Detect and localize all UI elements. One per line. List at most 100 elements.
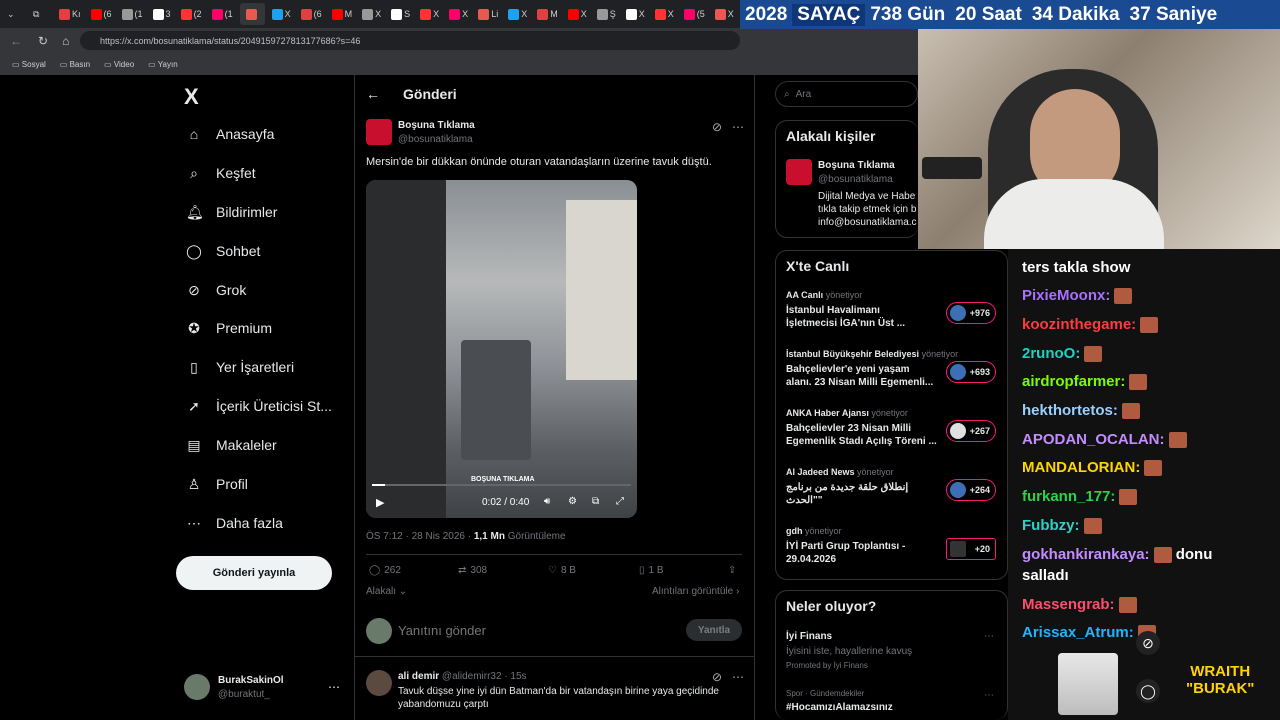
nav-creator-studio[interactable]: ➚ İçerik Üreticisi St... — [186, 398, 332, 414]
live-item[interactable]: Al Jadeed News yönetiyor إنطلاق حلقة جدي… — [786, 467, 996, 507]
browser-tab[interactable]: X — [712, 3, 737, 25]
back-icon[interactable]: ← — [10, 34, 22, 48]
post-handle[interactable]: @bosunatiklama — [398, 134, 473, 145]
more-options-icon[interactable]: ⋯ — [984, 631, 994, 642]
bookmark-folder-sosyal[interactable]: ▭ Sosyal — [12, 60, 46, 69]
share-icon[interactable]: ⇪ — [728, 565, 736, 576]
bookmark-stat[interactable]: ▯ 1 B — [639, 565, 664, 576]
related-avatar[interactable] — [786, 159, 812, 185]
volume-icon[interactable]: 🔊︎ — [544, 496, 550, 507]
live-item[interactable]: AA Canlı yönetiyor İstanbul Havalimanı İş… — [786, 290, 996, 330]
like-stat[interactable]: ♡ 8 B — [548, 565, 576, 576]
bookmark-folder-yayin[interactable]: ▭ Yayın — [148, 60, 178, 69]
bookmark-folder-video[interactable]: ▭ Video — [104, 60, 134, 69]
browser-tab[interactable]: (5 — [681, 3, 708, 25]
address-bar[interactable]: https://x.com/bosunatiklama/status/20491… — [80, 31, 740, 50]
nav-bookmarks[interactable]: ▯ Yer İşaretleri — [186, 359, 294, 375]
chat-username[interactable]: Arissax_Atrum: — [1022, 624, 1134, 641]
browser-tab[interactable]: (2 — [178, 3, 205, 25]
search-box[interactable]: ⌕ Ara — [775, 81, 918, 107]
fullscreen-icon[interactable]: ⤢ — [616, 496, 624, 507]
browser-tab[interactable]: (1 — [209, 3, 236, 25]
grok-icon[interactable]: ⊘ — [1136, 631, 1160, 655]
grok-icon[interactable]: ⊘ — [712, 670, 722, 684]
browser-tab[interactable]: M — [329, 3, 356, 25]
chat-username[interactable]: APODAN_OCALAN: — [1022, 431, 1165, 448]
browser-tab[interactable]: X — [269, 3, 294, 25]
grok-icon[interactable]: ⊘ — [712, 120, 722, 134]
browser-tab[interactable]: (6 — [88, 3, 115, 25]
browser-tab[interactable]: Kı — [56, 3, 84, 25]
browser-tab[interactable]: M — [534, 3, 561, 25]
chat-username[interactable]: 2runoO: — [1022, 345, 1080, 362]
browser-tab[interactable]: X — [652, 3, 677, 25]
chat-username[interactable]: PixieMoonx: — [1022, 287, 1110, 304]
nav-more[interactable]: ⋯ Daha fazla — [186, 515, 283, 531]
reload-icon[interactable]: ↻ — [38, 34, 48, 48]
related-name[interactable]: Boşuna Tıklama — [818, 160, 895, 171]
pip-icon[interactable]: ⧉ — [592, 496, 599, 507]
post-button[interactable]: Gönderi yayınla — [176, 556, 332, 590]
chat-username[interactable]: MANDALORIAN: — [1022, 459, 1140, 476]
chat-username[interactable]: koozinthegame: — [1022, 316, 1136, 333]
more-options-icon[interactable]: ⋯ — [732, 670, 744, 684]
tab-search-icon[interactable]: ⌄ — [4, 3, 26, 25]
live-item[interactable]: ANKA Haber Ajansı yönetiyor Bahçelievler… — [786, 408, 996, 448]
browser-tab[interactable]: (6 — [298, 3, 325, 25]
browser-tab[interactable]: X — [505, 3, 530, 25]
browser-tab[interactable]: Ş — [594, 3, 619, 25]
x-logo-icon[interactable]: X — [184, 84, 199, 110]
browser-tab[interactable]: Li — [475, 3, 501, 25]
tab-workspaces-icon[interactable]: ⧉ — [30, 3, 52, 25]
view-quotes-link[interactable]: Alıntıları görüntüle › — [652, 586, 739, 597]
reply-author[interactable]: ali demir — [398, 671, 439, 682]
browser-tab[interactable]: X — [359, 3, 384, 25]
live-item[interactable]: gdh yönetiyor İYİ Parti Grup Toplantısı … — [786, 526, 996, 566]
reply-avatar[interactable] — [366, 670, 392, 696]
chat-username[interactable]: furkann_177: — [1022, 488, 1115, 505]
live-count-badge[interactable]: +976 — [946, 302, 996, 324]
more-options-icon[interactable]: ⋯ — [984, 690, 994, 701]
live-count-badge[interactable]: +20 — [946, 538, 996, 560]
chat-username[interactable]: hekthortetos: — [1022, 402, 1118, 419]
settings-icon[interactable]: ⚙ — [568, 496, 577, 507]
nav-chat[interactable]: ◯ Sohbet — [186, 243, 260, 259]
author-avatar[interactable] — [366, 119, 392, 145]
nav-profile[interactable]: ♙ Profil — [186, 476, 248, 492]
chat-icon[interactable]: ◯ — [1136, 679, 1160, 703]
sort-dropdown[interactable]: Alakalı ⌄ — [366, 586, 407, 597]
browser-tab[interactable]: X — [417, 3, 442, 25]
nav-explore[interactable]: ⌕ Keşfet — [186, 165, 256, 181]
trend-title[interactable]: #HocamızıAlamazsınız — [786, 702, 893, 713]
browser-tab[interactable]: X — [565, 3, 590, 25]
trend-title[interactable]: İyi Finans — [786, 631, 832, 642]
video-player[interactable]: BOŞUNA TIKLAMA ▶ 0:02 / 0:40 🔊︎ ⚙ ⧉ ⤢ — [366, 180, 637, 518]
chat-username[interactable]: Fubbzy: — [1022, 517, 1080, 534]
more-options-icon[interactable]: ⋯ — [732, 120, 744, 134]
live-count-badge[interactable]: +264 — [946, 479, 996, 501]
home-browser-icon[interactable]: ⌂ — [62, 34, 69, 48]
nav-premium[interactable]: ✪ Premium — [186, 320, 272, 336]
chat-username[interactable]: Massengrab: — [1022, 596, 1115, 613]
browser-tab[interactable]: S — [388, 3, 413, 25]
video-progress-track[interactable] — [372, 484, 631, 486]
live-item[interactable]: İstanbul Büyükşehir Belediyesi yönetiyor… — [786, 349, 996, 389]
avatar[interactable] — [184, 674, 210, 700]
chat-username[interactable]: gokhankirankaya: — [1022, 546, 1150, 563]
reply-stat[interactable]: ◯ 262 — [369, 565, 401, 576]
nav-articles[interactable]: ▤ Makaleler — [186, 437, 276, 453]
nav-notifications[interactable]: 🔔︎ Bildirimler — [186, 204, 277, 220]
account-menu-icon[interactable]: ⋯ — [328, 680, 340, 694]
chat-username[interactable]: airdropfarmer: — [1022, 373, 1125, 390]
repost-stat[interactable]: ⇄ 308 — [458, 565, 487, 576]
reply-button[interactable]: Yanıtla — [686, 619, 742, 641]
live-count-badge[interactable]: +693 — [946, 361, 996, 383]
play-icon[interactable]: ▶ — [376, 496, 384, 509]
post-author[interactable]: Boşuna Tıklama — [398, 120, 475, 131]
nav-home[interactable]: ⌂ Anasayfa — [186, 126, 275, 142]
live-count-badge[interactable]: +267 — [946, 420, 996, 442]
reply-input[interactable] — [398, 620, 668, 640]
browser-tab[interactable] — [239, 3, 265, 25]
browser-tab[interactable]: (1 — [119, 3, 146, 25]
bookmark-folder-basin[interactable]: ▭ Basın — [60, 60, 90, 69]
